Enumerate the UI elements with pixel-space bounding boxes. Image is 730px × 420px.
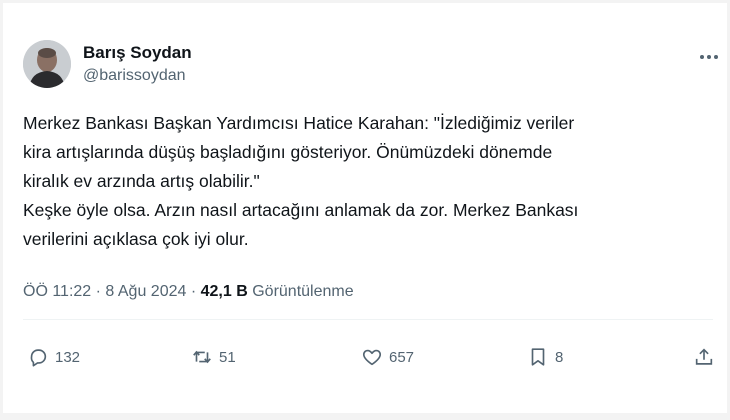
author-handle[interactable]: @barissoydan [83,67,186,85]
like-count: 657 [389,348,415,366]
like-button[interactable]: 657 [361,345,414,369]
bookmark-button[interactable]: 8 [527,345,563,369]
views-count: 42,1 B [200,283,248,300]
tweet-line: verilerini açıklasa çok iyi olur. [23,229,249,249]
tweet-text: Merkez Bankası Başkan Yardımcısı Hatice … [23,109,713,254]
tweet-line: Keşke öyle olsa. Arzın nasıl artacağını … [23,200,579,220]
divider [23,319,713,320]
tweet-line: kiralık ev arzında artış olabilir." [23,171,260,191]
tweet-line: kira artışlarında düşüş başladığını göst… [23,142,553,162]
heart-icon [361,346,383,368]
meta-dot: · [95,283,101,300]
meta-dot: · [190,283,197,300]
views-label: Görüntülenme [252,283,354,300]
tweet-card: Barış Soydan @barissoydan Merkez Bankası… [3,3,727,413]
retweet-button[interactable]: 51 [191,345,236,369]
reply-icon [27,346,49,368]
reply-button[interactable]: 132 [27,345,80,369]
bookmark-count: 8 [555,348,564,366]
tweet-line: Merkez Bankası Başkan Yardımcısı Hatice … [23,113,575,133]
reply-count: 132 [55,348,81,366]
tweet-meta: ÖÖ 11:22 · 8 Ağu 2024 · 42,1 B Görüntüle… [23,283,354,301]
avatar[interactable] [23,40,71,88]
retweet-icon [191,346,213,368]
author-name[interactable]: Barış Soydan [83,43,192,63]
retweet-count: 51 [219,348,236,366]
tweet-date[interactable]: 8 Ağu 2024 [105,283,186,300]
share-button[interactable] [693,345,715,369]
tweet-time[interactable]: ÖÖ 11:22 [23,283,91,300]
share-icon [693,346,715,368]
more-horizontal-icon[interactable] [697,47,721,67]
bookmark-icon [527,346,549,368]
